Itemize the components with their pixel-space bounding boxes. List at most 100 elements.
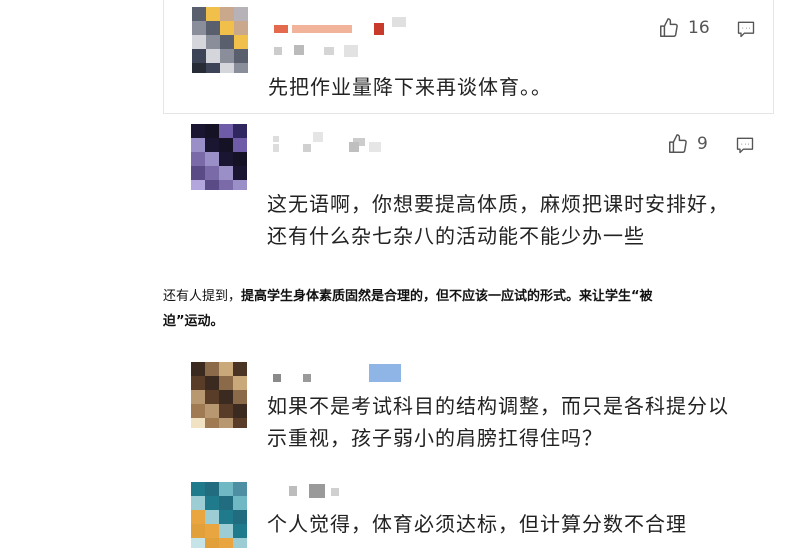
avatar-pixel: [205, 124, 219, 138]
avatar-pixel: [233, 524, 247, 538]
avatar-pixel: [191, 524, 205, 538]
avatar-pixel: [219, 376, 233, 390]
avatar-pixel: [233, 482, 247, 496]
avatar-pixel: [219, 404, 233, 418]
article-text-bold: 迫”运动。: [163, 314, 224, 329]
like-button[interactable]: 9: [667, 133, 708, 155]
like-button[interactable]: 16: [658, 17, 710, 39]
avatar[interactable]: [192, 7, 248, 73]
comment-card: 如果不是考试科目的结构调整，而只是各科提分以 示重视，孩子弱小的肩膀扛得住吗？: [163, 350, 772, 462]
avatar-pixel: [191, 510, 205, 524]
avatar[interactable]: [191, 482, 247, 548]
avatar-pixel: [191, 538, 205, 548]
article-text-bold: 提高学生身体素质固然是合理的，但不应该一应试的形式。来让学生“被: [241, 289, 653, 304]
comment-text-line: 如果不是考试科目的结构调整，而只是各科提分以: [267, 394, 729, 418]
avatar-pixel: [219, 152, 233, 166]
avatar-pixel: [219, 362, 233, 376]
reply-button[interactable]: [735, 135, 755, 159]
comment-text-line: 还有什么杂七杂八的活动能不能少办一些: [267, 224, 645, 248]
avatar-pixel: [233, 152, 247, 166]
comment-icon: [736, 137, 754, 154]
comment-text: 个人觉得，体育必须达标，但计算分数不合理: [267, 512, 687, 536]
avatar-pixel: [219, 482, 233, 496]
avatar-pixel: [233, 166, 247, 180]
avatar-pixel: [191, 404, 205, 418]
avatar-pixel: [191, 166, 205, 180]
comment-page: 16 先把作业量降下来再谈体育。。 9 这无语啊，你想要提高体质，麻烦把课时安排…: [0, 0, 800, 552]
like-count: 9: [697, 134, 708, 154]
avatar-pixel: [191, 482, 205, 496]
avatar-pixel: [192, 63, 206, 73]
avatar-pixel: [219, 418, 233, 428]
avatar-pixel: [191, 362, 205, 376]
avatar-pixel: [192, 49, 206, 63]
username-blurred[interactable]: [274, 17, 414, 35]
avatar-pixel: [233, 390, 247, 404]
reply-button[interactable]: [736, 19, 756, 43]
like-count: 16: [688, 18, 710, 38]
avatar-pixel: [234, 21, 248, 35]
comment-icon: [737, 21, 755, 38]
avatar-pixel: [205, 510, 219, 524]
avatar-pixel: [233, 124, 247, 138]
avatar-pixel: [219, 510, 233, 524]
comment-card: 16 先把作业量降下来再谈体育。。: [163, 0, 774, 114]
avatar-pixel: [205, 496, 219, 510]
meta-blurred: [274, 45, 374, 57]
avatar-pixel: [206, 7, 220, 21]
avatar-pixel: [205, 404, 219, 418]
avatar-pixel: [220, 7, 234, 21]
avatar[interactable]: [191, 362, 247, 428]
avatar-pixel: [219, 390, 233, 404]
avatar-pixel: [191, 418, 205, 428]
avatar-pixel: [206, 63, 220, 73]
avatar-pixel: [219, 124, 233, 138]
avatar[interactable]: [191, 124, 247, 190]
avatar-pixel: [219, 496, 233, 510]
avatar-pixel: [234, 63, 248, 73]
avatar-pixel: [205, 538, 219, 548]
comment-card: 个人觉得，体育必须达标，但计算分数不合理: [163, 478, 772, 552]
avatar-pixel: [206, 21, 220, 35]
thumbs-up-icon: [669, 134, 687, 153]
comment-card: 9 这无语啊，你想要提高体质，麻烦把课时安排好， 还有什么杂七杂八的活动能不能少…: [163, 120, 772, 260]
avatar-pixel: [220, 49, 234, 63]
avatar-pixel: [233, 496, 247, 510]
avatar-pixel: [205, 376, 219, 390]
avatar-pixel: [233, 180, 247, 190]
username-blurred[interactable]: [273, 484, 413, 498]
avatar-pixel: [192, 7, 206, 21]
avatar-pixel: [205, 418, 219, 428]
avatar-pixel: [234, 7, 248, 21]
avatar-pixel: [192, 21, 206, 35]
avatar-pixel: [191, 180, 205, 190]
avatar-pixel: [191, 138, 205, 152]
avatar-pixel: [205, 152, 219, 166]
comment-text-line: 示重视，孩子弱小的肩膀扛得住吗？: [267, 426, 603, 450]
avatar-pixel: [191, 124, 205, 138]
avatar-pixel: [233, 404, 247, 418]
avatar-pixel: [205, 138, 219, 152]
avatar-pixel: [192, 35, 206, 49]
thumbs-up-icon: [660, 18, 678, 37]
comment-text-line: 这无语啊，你想要提高体质，麻烦把课时安排好，: [267, 192, 729, 216]
avatar-pixel: [205, 524, 219, 538]
username-blurred[interactable]: [273, 364, 413, 382]
avatar-pixel: [234, 35, 248, 49]
avatar-pixel: [205, 180, 219, 190]
avatar-pixel: [219, 538, 233, 548]
avatar-pixel: [233, 538, 247, 548]
avatar-pixel: [205, 390, 219, 404]
article-paragraph: 还有人提到，提高学生身体素质固然是合理的，但不应该一应试的形式。来让学生“被 迫…: [163, 284, 778, 334]
avatar-pixel: [205, 362, 219, 376]
article-text-prefix: 还有人提到，: [163, 289, 242, 304]
avatar-pixel: [191, 376, 205, 390]
avatar-pixel: [205, 482, 219, 496]
avatar-pixel: [220, 63, 234, 73]
avatar-pixel: [206, 49, 220, 63]
avatar-pixel: [191, 152, 205, 166]
avatar-pixel: [233, 418, 247, 428]
avatar-pixel: [233, 510, 247, 524]
avatar-pixel: [205, 166, 219, 180]
avatar-pixel: [219, 166, 233, 180]
